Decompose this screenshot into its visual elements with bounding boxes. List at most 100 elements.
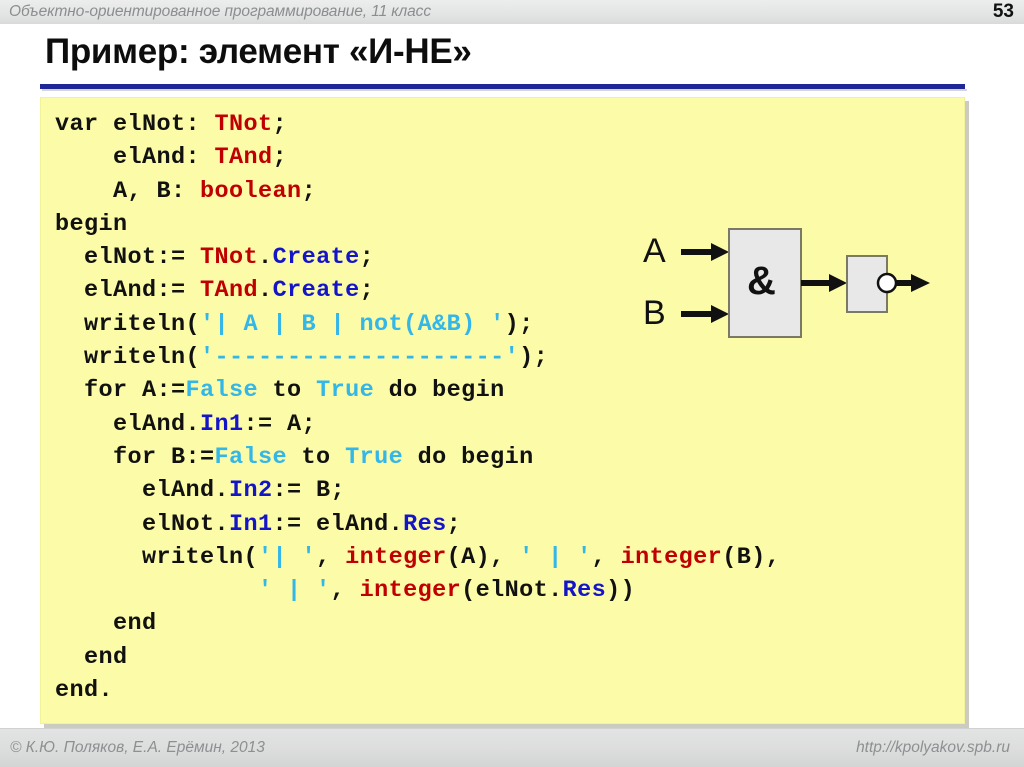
input-b-label: B — [643, 294, 666, 332]
page-number: 53 — [992, 1, 1014, 22]
code-token: '--------------------' — [200, 344, 520, 372]
code-line: elAnd: TAnd; — [55, 141, 780, 174]
code-token: := B; — [272, 477, 346, 505]
code-token: In1 — [200, 410, 244, 438]
code-token: '| ' — [258, 543, 317, 571]
code-token: ; — [272, 144, 288, 172]
code-token: end — [55, 643, 128, 671]
code-token: do begin — [374, 377, 505, 405]
code-line: elNot.In1:= elAnd.Res; — [55, 508, 780, 541]
code-token: elAnd. — [55, 477, 230, 505]
code-token: ; — [272, 111, 288, 138]
code-token: := elAnd. — [272, 510, 404, 538]
code-token: Res — [562, 577, 607, 605]
title-rule-shadow — [42, 89, 967, 91]
code-token: A, B: — [55, 177, 201, 205]
code-token: ' | ' — [519, 543, 592, 571]
code-token: TNot — [214, 111, 273, 138]
code-token: False — [214, 443, 288, 471]
code-token: := A; — [243, 410, 317, 438]
code-line: writeln('| ', integer(A), ' | ', integer… — [55, 541, 780, 574]
and-to-not-wire — [801, 274, 847, 292]
code-token: ' | ' — [258, 577, 331, 605]
code-panel: var elNot: TNot; elAnd: TAnd; A, B: bool… — [40, 97, 965, 724]
input-b-arrow — [681, 305, 729, 323]
output-arrow — [896, 274, 930, 292]
code-token: for A:= — [55, 377, 186, 405]
copyright-text: © К.Ю. Поляков, Е.А. Ерёмин, 2013 — [10, 739, 265, 756]
code-token: In2 — [229, 477, 273, 505]
code-line: A, B: boolean; — [55, 175, 780, 208]
code-token: ); — [519, 344, 549, 372]
code-token: elAnd: — [55, 144, 215, 172]
code-token: do begin — [403, 443, 534, 471]
code-token: writeln( — [55, 344, 201, 372]
code-line: elAnd.In2:= B; — [55, 474, 780, 507]
page-title: Пример: элемент «И-НЕ» — [45, 32, 472, 71]
code-token: , — [316, 543, 346, 571]
inversion-bubble-icon — [876, 272, 898, 294]
code-token: elNot. — [55, 510, 230, 538]
code-token: . — [258, 244, 273, 272]
code-token: , — [591, 543, 621, 571]
code-token: )) — [606, 577, 636, 605]
code-line: elAnd.In1:= A; — [55, 408, 780, 441]
input-a-arrow — [681, 243, 729, 261]
code-token: ; — [359, 244, 375, 272]
code-line: end — [55, 641, 780, 674]
code-token: . — [258, 277, 273, 305]
code-token: True — [345, 443, 404, 471]
code-token: to — [258, 377, 317, 405]
header-band: Объектно-ориентированное программировани… — [0, 0, 1024, 24]
code-token: ; — [301, 177, 317, 205]
code-line: for A:=False to True do begin — [55, 374, 780, 407]
code-token: , — [330, 577, 360, 605]
code-token: end. — [55, 677, 114, 705]
code-token: ); — [504, 310, 534, 338]
code-token: (A), — [446, 543, 520, 571]
code-token: var elNot: — [55, 111, 215, 138]
code-token: True — [316, 377, 375, 405]
slide: Объектно-ориентированное программировани… — [0, 0, 1024, 767]
code-token: In1 — [229, 510, 273, 538]
logic-gate-diagram: A B & — [633, 226, 933, 341]
code-token: integer — [620, 543, 723, 571]
code-token: boolean — [200, 177, 302, 205]
code-token: integer — [359, 577, 462, 605]
source-url[interactable]: http://kpolyakov.spb.ru — [856, 739, 1010, 757]
code-line: end — [55, 607, 780, 640]
code-token: elNot:= — [55, 244, 201, 272]
code-line: var elNot: TNot; — [55, 108, 780, 141]
code-token: (B), — [722, 543, 781, 571]
code-token: TAnd — [200, 277, 259, 305]
code-token: end — [55, 610, 157, 638]
and-gate-label: & — [747, 259, 776, 303]
code-token: Res — [403, 510, 447, 538]
code-token: elAnd:= — [55, 277, 201, 305]
code-token: to — [287, 443, 346, 471]
code-token: for B:= — [55, 443, 215, 471]
input-a-label: A — [643, 232, 666, 270]
code-token: ; — [446, 510, 462, 538]
code-token: False — [185, 377, 259, 405]
code-token: TNot — [200, 244, 259, 272]
code-token: ; — [359, 277, 375, 305]
code-line: writeln('--------------------'); — [55, 341, 780, 374]
code-token: integer — [345, 543, 447, 571]
code-token: TAnd — [214, 144, 273, 172]
course-title: Объектно-ориентированное программировани… — [9, 3, 431, 20]
code-token: writeln( — [55, 310, 201, 338]
footer-band: © К.Ю. Поляков, Е.А. Ерёмин, 2013 http:/… — [0, 728, 1024, 767]
code-token: '| A | B | not(A&B) ' — [200, 310, 505, 338]
code-block: var elNot: TNot; elAnd: TAnd; A, B: bool… — [55, 108, 780, 707]
code-token: elAnd. — [55, 410, 201, 438]
code-token: begin — [55, 210, 128, 238]
code-token: (elNot. — [461, 577, 563, 605]
code-line: end. — [55, 674, 780, 707]
title-underline-rule — [40, 84, 965, 89]
code-token: Create — [272, 277, 360, 305]
code-token: Create — [272, 244, 360, 272]
code-line: ' | ', integer(elNot.Res)) — [55, 574, 780, 607]
code-line: for B:=False to True do begin — [55, 441, 780, 474]
